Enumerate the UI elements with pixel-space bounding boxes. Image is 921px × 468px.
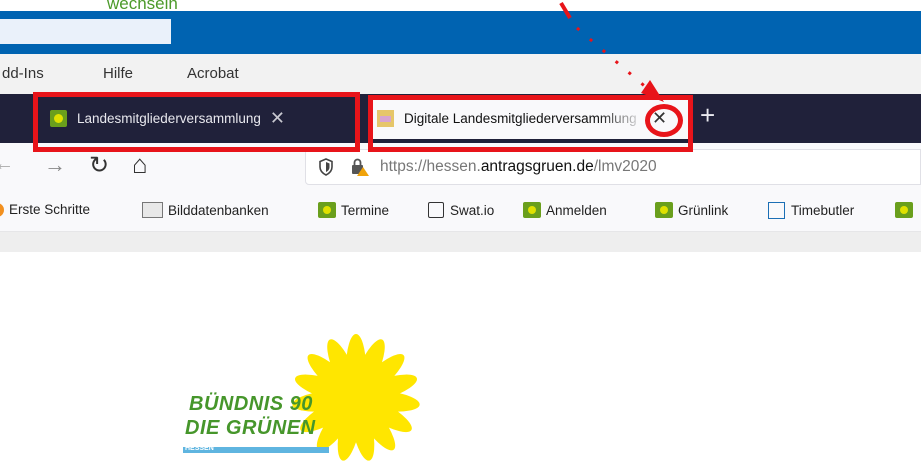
logo-ribbon: HESSEN bbox=[183, 445, 329, 453]
annotation-arrow-icon bbox=[559, 1, 664, 102]
logo-line2: DIE GRÜNEN bbox=[185, 417, 316, 439]
gruene-logo: BÜNDNIS 90 DIE GRÜNEN HESSEN bbox=[183, 330, 433, 461]
logo-line1: BÜNDNIS 90 bbox=[189, 393, 313, 415]
logo-ribbon-text: HESSEN bbox=[185, 445, 214, 452]
